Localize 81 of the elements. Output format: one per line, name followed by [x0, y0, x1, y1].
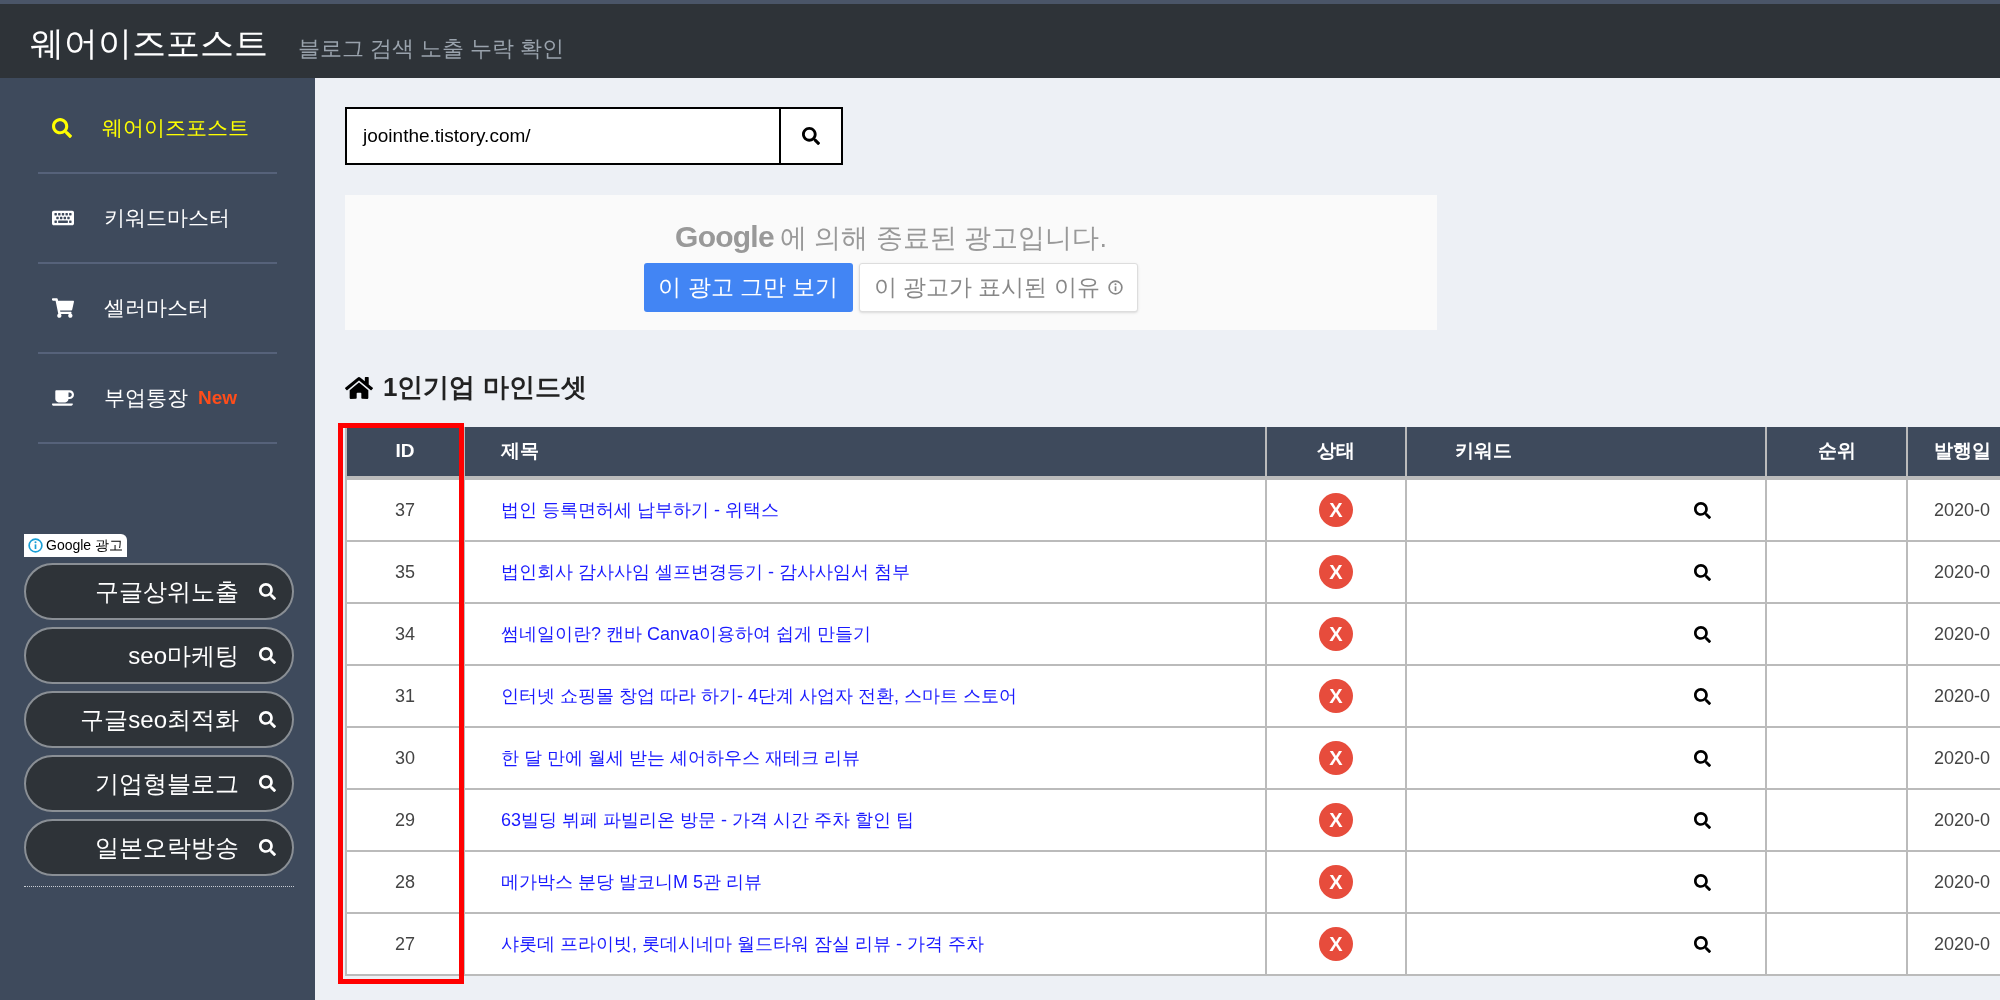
search-icon[interactable]	[1694, 625, 1711, 643]
id-cell: 37	[347, 480, 465, 540]
ad-search-link[interactable]: 일본오락방송	[24, 819, 294, 876]
id-cell: 27	[347, 914, 465, 974]
date-cell-text: 2020-0	[1933, 870, 1992, 894]
site-title[interactable]: 웨어이즈포스트	[30, 26, 268, 60]
post-title-link[interactable]: 63빌딩 뷔페 파빌리온 방문 - 가격 시간 주차 할인 팁	[501, 806, 915, 834]
status-x-badge: X	[1319, 865, 1353, 899]
search-icon[interactable]	[1694, 749, 1711, 767]
post-title-link[interactable]: 샤롯데 프라이빗, 롯데시네마 월드타워 잠실 리뷰 - 가격 주차	[501, 930, 984, 958]
sidebar-item[interactable]: 부업통장 New	[38, 354, 277, 444]
post-title-link[interactable]: 인터넷 쇼핑몰 창업 따라 하기- 4단계 사업자 전환, 스마트 스토어	[501, 682, 1017, 710]
section-title: 1인기업 마인드셋	[383, 371, 587, 404]
sidebar-item[interactable]: 셀러마스터	[38, 264, 277, 354]
column-header: 키워드	[1407, 427, 1767, 476]
search-icon[interactable]	[1694, 687, 1711, 705]
sidebar-label: 부업통장	[104, 385, 188, 412]
why-ad-button[interactable]: 이 광고가 표시된 이유	[858, 262, 1138, 312]
sidebar-item[interactable]: 키워드마스터	[38, 174, 277, 264]
status-x-badge: X	[1319, 803, 1353, 837]
search-icon[interactable]	[1694, 501, 1711, 519]
ad-search-link[interactable]: 구글seo최적화	[24, 691, 294, 748]
id-cell: 28	[347, 852, 465, 912]
google-logo: Google	[675, 218, 774, 255]
cup-icon	[52, 387, 74, 409]
date-cell-text: 2020-0	[1933, 684, 1992, 708]
post-title-link[interactable]: 썸네일이란? 캔바 Canva이용하여 쉽게 만들기	[501, 620, 872, 648]
search-icon	[259, 583, 276, 600]
search-icon[interactable]	[1694, 563, 1711, 581]
id-cell: 31	[347, 666, 465, 726]
status-x-badge: X	[1319, 679, 1353, 713]
search-icon	[259, 839, 276, 856]
search-icon	[259, 775, 276, 792]
search-button[interactable]	[781, 107, 843, 165]
ad-search-link[interactable]: seo마케팅	[24, 627, 294, 684]
column-header: ID	[347, 427, 465, 476]
status-x-badge: X	[1319, 927, 1353, 961]
post-title-link[interactable]: 한 달 만에 월세 받는 셰어하우스 재테크 리뷰	[501, 744, 860, 772]
search-field[interactable]: joointhe.tistory.com/	[345, 107, 781, 165]
date-cell-text: 2020-0	[1933, 560, 1992, 584]
column-header: 상태	[1267, 427, 1407, 476]
sidebar-item[interactable]: 웨어이즈포스트	[38, 84, 277, 174]
column-header: 순위	[1767, 427, 1908, 476]
post-title-link[interactable]: 메가박스 분당 발코니M 5관 리뷰	[501, 868, 762, 896]
column-header: 제목	[465, 427, 1267, 476]
sidebar-label: 셀러마스터	[104, 295, 209, 322]
date-cell-text: 2020-0	[1933, 746, 1992, 770]
id-cell: 35	[347, 542, 465, 602]
sidebar-label: 웨어이즈포스트	[102, 115, 249, 142]
info-icon	[28, 538, 43, 553]
status-x-badge: X	[1319, 493, 1353, 527]
search-icon	[802, 127, 820, 145]
column-header: 발행일	[1908, 427, 2000, 476]
status-x-badge: X	[1319, 741, 1353, 775]
id-cell: 34	[347, 604, 465, 664]
id-cell: 29	[347, 790, 465, 850]
search-icon	[52, 118, 72, 138]
date-cell-text: 2020-0	[1933, 498, 1992, 522]
post-title-link[interactable]: 법인 등록면허세 납부하기 - 위택스	[501, 496, 779, 524]
stop-ad-button[interactable]: 이 광고 그만 보기	[644, 262, 853, 312]
date-cell-text: 2020-0	[1933, 932, 1992, 956]
search-icon[interactable]	[1694, 811, 1711, 829]
sidebar-label: 키워드마스터	[104, 205, 230, 232]
cart-icon	[52, 297, 74, 319]
search-icon	[259, 711, 276, 728]
status-x-badge: X	[1319, 617, 1353, 651]
ad-label-text: Google 광고	[46, 536, 124, 555]
search-icon[interactable]	[1694, 873, 1711, 891]
ad-search-link[interactable]: 구글상위노출	[24, 563, 294, 620]
search-icon[interactable]	[1694, 935, 1711, 953]
ad-search-link[interactable]: 기업형블로그	[24, 755, 294, 812]
info-icon	[1107, 279, 1123, 295]
new-label: New	[198, 385, 238, 410]
date-cell-text: 2020-0	[1933, 808, 1992, 832]
id-cell: 30	[347, 728, 465, 788]
site-subtitle: 블로그 검색 노출 누락 확인	[298, 38, 565, 60]
post-title-link[interactable]: 법인회사 감사사임 셀프변경등기 - 감사사임서 첨부	[501, 558, 910, 586]
ad-closed-message: 에 의해 종료된 광고입니다.	[779, 222, 1107, 255]
status-x-badge: X	[1319, 555, 1353, 589]
search-icon	[259, 647, 276, 664]
date-cell-text: 2020-0	[1933, 622, 1992, 646]
